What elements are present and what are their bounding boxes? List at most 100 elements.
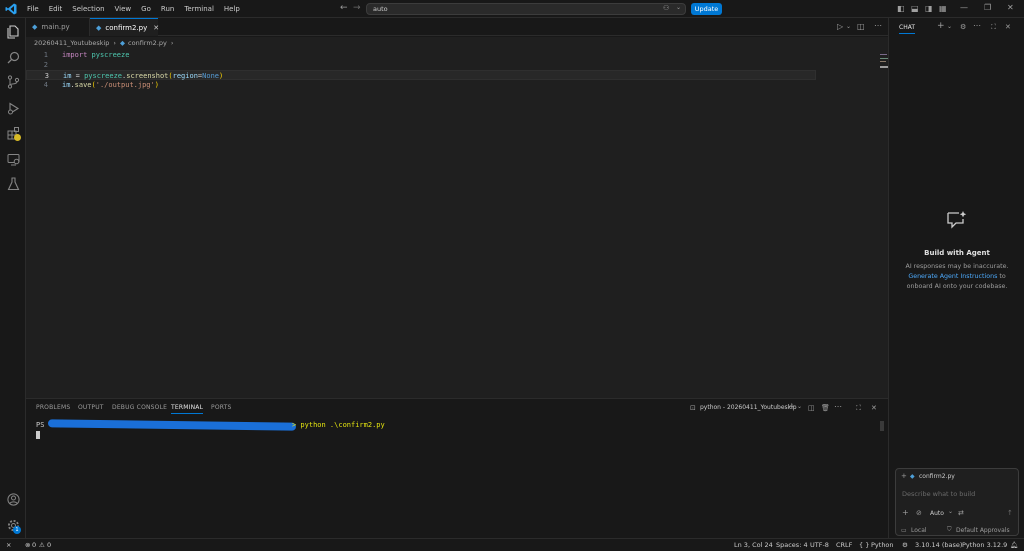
encoding[interactable]: UTF-8	[810, 539, 829, 551]
new-chat-chevron-icon[interactable]: ⌄	[947, 22, 952, 32]
toggle-panel-icon[interactable]: ⬓	[911, 4, 919, 14]
chat-description-text: to	[997, 273, 1006, 280]
split-editor-icon[interactable]: ◫	[857, 22, 865, 32]
constant: None	[202, 72, 219, 80]
toggle-primary-sidebar-icon[interactable]: ◧	[897, 4, 905, 14]
menu-go[interactable]: Go	[136, 0, 156, 18]
menu-file[interactable]: File	[22, 0, 44, 18]
forward-arrow-icon[interactable]: →	[353, 3, 361, 13]
testing-flask-icon[interactable]	[5, 176, 21, 192]
tab-main-py[interactable]: ◆ main.py	[26, 18, 90, 36]
warnings-count[interactable]: 0	[47, 539, 51, 551]
breadcrumb-folder[interactable]: 20260411_Youtubeskip	[34, 39, 109, 47]
restore-icon[interactable]: ❐	[984, 3, 991, 13]
language-braces[interactable]: { }	[859, 539, 869, 551]
source-control-icon[interactable]	[5, 74, 21, 90]
terminal-name[interactable]: python - 20260411_Youtubeskip	[700, 404, 797, 411]
close-chat-icon[interactable]: ✕	[1005, 22, 1011, 32]
menu-edit[interactable]: Edit	[44, 0, 68, 18]
mode-selector[interactable]: Auto	[930, 510, 944, 517]
terminal-dropdown-chevron-icon[interactable]: ⌄	[797, 402, 802, 412]
terminal-scrollbar[interactable]	[880, 421, 884, 431]
more-actions-icon[interactable]: ⋯	[874, 21, 882, 31]
close-panel-icon[interactable]: ✕	[871, 403, 877, 413]
chat-settings-gear-icon[interactable]: ⚙	[960, 22, 966, 32]
chat-input-box[interactable]: + ◆ confirm2.py Describe what to build +…	[895, 468, 1019, 536]
chat-input[interactable]: Describe what to build	[902, 490, 975, 498]
code-line: 4 im.save('./output.jpg')	[26, 80, 816, 90]
chevron-down-icon[interactable]: ⌄	[676, 4, 681, 11]
language-mode[interactable]: Python	[871, 539, 894, 551]
menu-selection[interactable]: Selection	[67, 0, 109, 18]
new-chat-icon[interactable]: +	[937, 21, 945, 31]
chat-title[interactable]: CHAT	[899, 24, 916, 34]
command-center[interactable]: auto ⚇ ⌄	[366, 3, 686, 15]
close-window-icon[interactable]: ✕	[1007, 3, 1014, 13]
code-line: 1 import pyscreeze	[26, 50, 816, 60]
send-icon[interactable]: ↑	[1007, 509, 1013, 517]
code-editor[interactable]: 1 import pyscreeze 2 3 im = pyscreeze.sc…	[26, 49, 888, 398]
remote-indicator-icon[interactable]: ⨯	[6, 539, 11, 551]
chat-description: AI responses may be inaccurate. Generate…	[889, 262, 1024, 292]
paren: )	[154, 81, 159, 89]
minimize-icon[interactable]: —	[960, 3, 968, 13]
manage-gear-icon[interactable]: 1	[5, 517, 21, 534]
split-terminal-icon[interactable]: ◫	[808, 403, 815, 413]
close-tab-icon[interactable]: ✕	[153, 24, 159, 32]
generate-agent-instructions-link[interactable]: Generate Agent Instructions	[908, 273, 997, 280]
indentation[interactable]: Spaces: 4	[776, 539, 808, 551]
menu-run[interactable]: Run	[156, 0, 179, 18]
explorer-icon[interactable]	[5, 24, 21, 40]
more-actions-icon[interactable]: ⋯	[973, 21, 981, 31]
notifications-bell-icon[interactable]: 🔔︎	[1010, 539, 1018, 551]
terminal-prompt: PS	[36, 421, 45, 429]
run-file-icon[interactable]: ▷	[837, 22, 843, 32]
attach-icon[interactable]: +	[902, 508, 909, 517]
approvals-selector[interactable]: Default Approvals	[956, 527, 1010, 534]
account-icon[interactable]	[5, 491, 21, 507]
run-options-chevron-icon[interactable]: ⌄	[846, 22, 851, 32]
cursor-position[interactable]: Ln 3, Col 24	[734, 539, 773, 551]
warnings-icon[interactable]: ⚠	[39, 539, 45, 551]
errors-icon[interactable]: ⊗	[25, 539, 30, 551]
breadcrumb-file[interactable]: confirm2.py	[128, 39, 167, 47]
minimap-line	[880, 58, 888, 59]
maximize-panel-icon[interactable]: ⛶	[856, 403, 861, 413]
copilot-icon[interactable]: ⚇	[663, 4, 669, 12]
chat-location-selector[interactable]: Local	[911, 527, 927, 534]
menu-terminal[interactable]: Terminal	[179, 0, 219, 18]
configure-tools-icon[interactable]: ⇄	[958, 509, 964, 517]
tab-problems[interactable]: PROBLEMS	[36, 404, 70, 411]
errors-count[interactable]: 0	[32, 539, 36, 551]
breadcrumb-separator-icon: ›	[113, 39, 117, 47]
update-button[interactable]: Update	[691, 3, 722, 15]
extensions-icon[interactable]	[5, 125, 21, 141]
run-debug-icon[interactable]	[5, 100, 21, 116]
add-context-icon[interactable]: +	[901, 472, 907, 480]
tools-icon[interactable]: ⊘	[916, 509, 922, 517]
back-arrow-icon[interactable]: ←	[340, 3, 348, 13]
chat-sidebar: CHAT + ⌄ ⚙ ⋯ ⛶ ✕ Build with Agent AI res…	[888, 18, 1024, 538]
string: './output.jpg'	[95, 81, 155, 89]
context-file-chip[interactable]: confirm2.py	[919, 473, 955, 480]
python-version[interactable]: Python 3.12.9	[962, 539, 1007, 551]
toggle-secondary-sidebar-icon[interactable]: ◨	[925, 4, 933, 14]
new-terminal-icon[interactable]: +	[788, 402, 796, 412]
python-interpreter[interactable]: 3.10.14 (base)	[915, 539, 962, 551]
menu-help[interactable]: Help	[219, 0, 245, 18]
tab-debug-console[interactable]: DEBUG CONSOLE	[112, 404, 167, 411]
tab-output[interactable]: OUTPUT	[78, 404, 104, 411]
kill-terminal-trash-icon[interactable]: 🗑	[821, 403, 830, 413]
tab-terminal[interactable]: TERMINAL	[171, 404, 204, 414]
tab-ports[interactable]: PORTS	[211, 404, 232, 411]
terminal-output[interactable]: PS > python .\confirm2.py	[26, 419, 888, 537]
more-actions-icon[interactable]: ⋯	[834, 402, 842, 412]
menu-view[interactable]: View	[110, 0, 137, 18]
remote-explorer-icon[interactable]	[5, 151, 21, 167]
function-name: screenshot	[126, 72, 169, 80]
tab-confirm2-py[interactable]: ◆ confirm2.py ✕	[90, 18, 159, 36]
end-of-line[interactable]: CRLF	[836, 539, 852, 551]
search-icon[interactable]	[5, 49, 21, 65]
customize-layout-icon[interactable]: ▦	[939, 4, 947, 14]
maximize-chat-icon[interactable]: ⛶	[991, 22, 996, 32]
